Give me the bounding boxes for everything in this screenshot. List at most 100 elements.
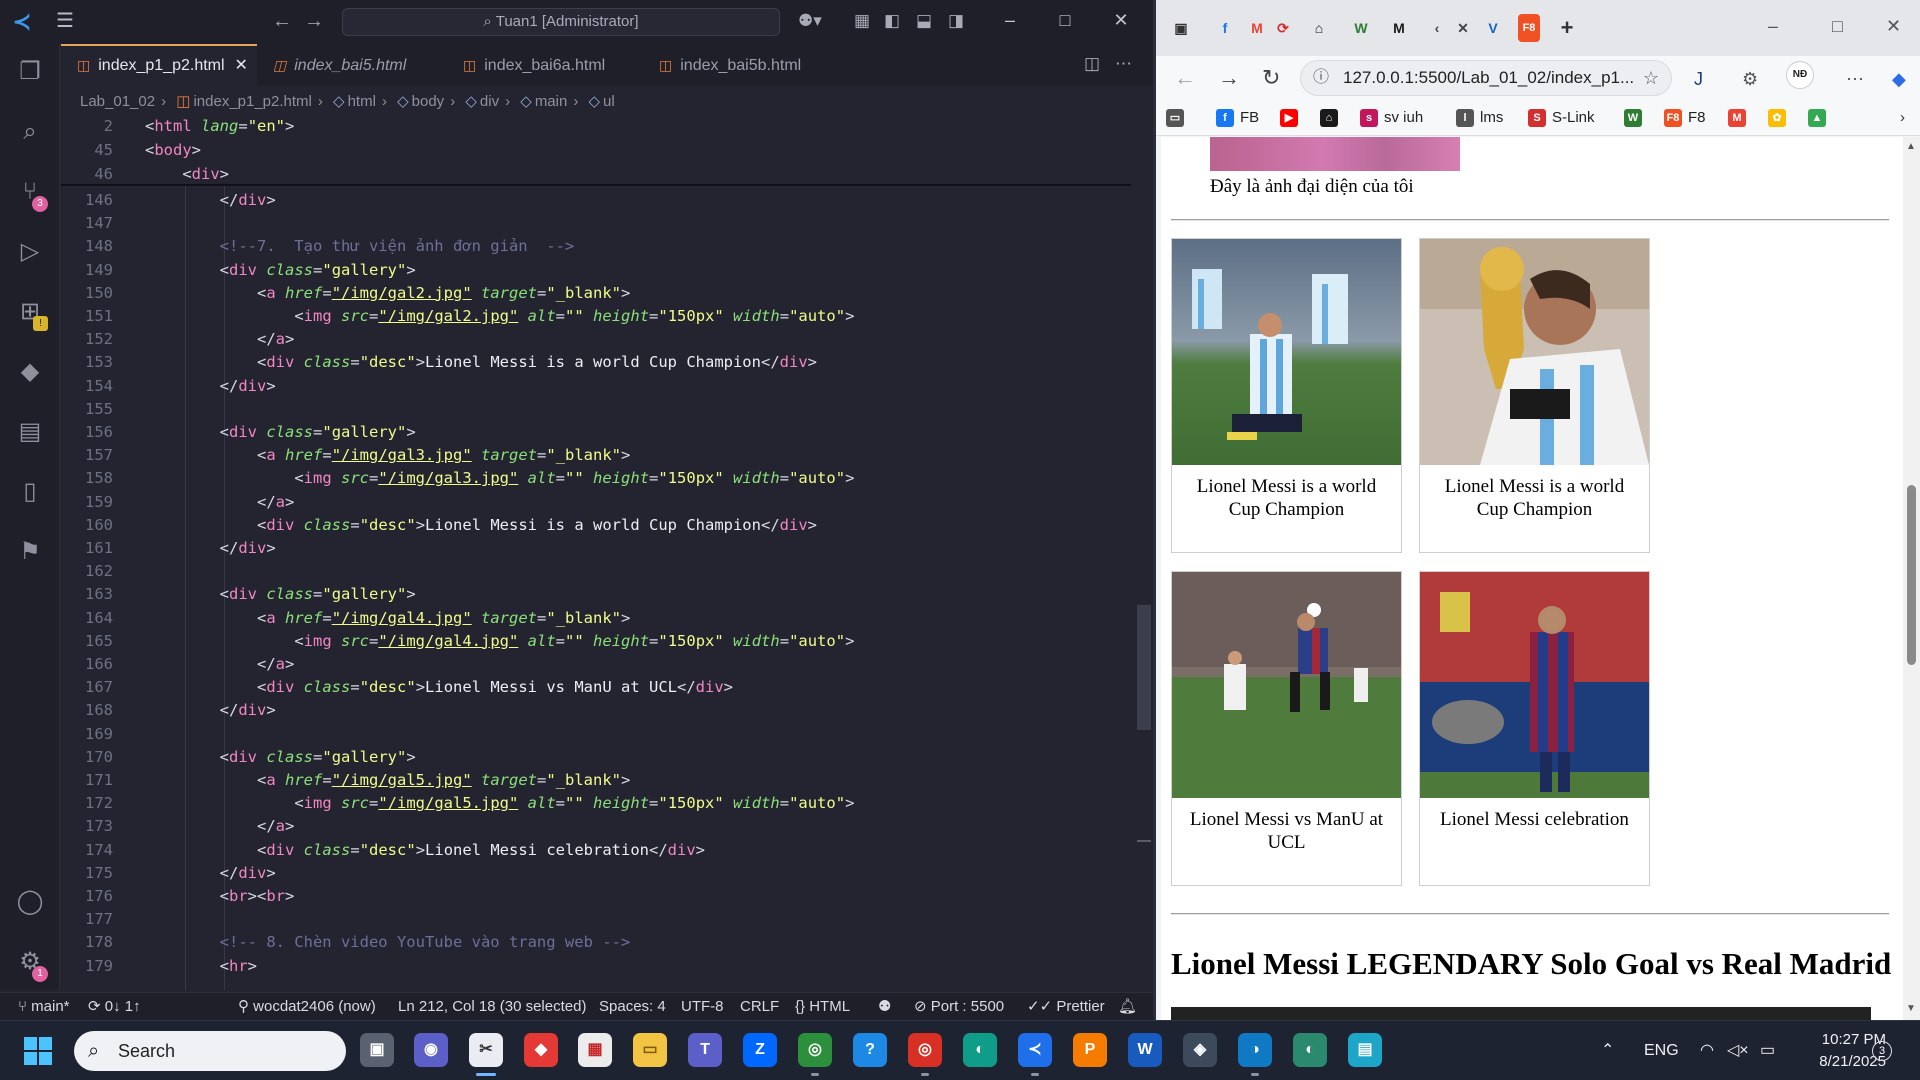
input-language[interactable]: ENG bbox=[1644, 1021, 1679, 1080]
tab-index-bai5b[interactable]: ◫ index_bai5b.html bbox=[643, 44, 839, 86]
notifications-bell-icon[interactable]: 🔔︎ bbox=[1118, 993, 1137, 1020]
code-line[interactable]: 159 </a> bbox=[61, 490, 1131, 514]
status-live-server[interactable]: ⊘ Port : 5500 bbox=[914, 993, 1004, 1020]
search-icon[interactable]: ⌕ bbox=[14, 116, 46, 148]
tab-facebook-icon[interactable]: f bbox=[1214, 14, 1236, 42]
notepad-icon[interactable]: ▤ bbox=[1348, 1033, 1382, 1067]
extensions-puzzle-icon[interactable]: ⚙ bbox=[1742, 68, 1758, 90]
code-line[interactable]: 163 <div class="gallery"> bbox=[61, 582, 1131, 606]
accounts-icon[interactable]: ◯ bbox=[14, 886, 46, 918]
site-info-icon[interactable]: ⓘ bbox=[1313, 61, 1329, 95]
tab-index-p1-p2[interactable]: ◫ index_p1_p2.html ✕ bbox=[61, 44, 257, 86]
tab-index-bai6a[interactable]: ◫ index_bai6a.html bbox=[447, 44, 643, 86]
bookmark-item[interactable]: M bbox=[1728, 108, 1752, 128]
python-icon[interactable]: ◆ bbox=[14, 356, 46, 388]
status-indentation[interactable]: Spaces: 4 bbox=[599, 993, 666, 1020]
help-app-icon[interactable]: ? bbox=[853, 1033, 887, 1067]
code-line[interactable]: 179 <hr> bbox=[61, 954, 1131, 978]
code-line[interactable]: 164 <a href="/img/gal4.jpg" target="_bla… bbox=[61, 606, 1131, 630]
command-center-search[interactable]: ⌕ Tuan1 [Administrator] bbox=[342, 8, 780, 36]
close-tab-icon[interactable]: ✕ bbox=[1452, 14, 1474, 42]
bookmark-item[interactable]: ▲ bbox=[1808, 108, 1832, 128]
browser-maximize-button[interactable]: □ bbox=[1832, 14, 1843, 38]
tab-active-localhost[interactable]: ‹ bbox=[1426, 14, 1448, 42]
breadcrumb-folder[interactable]: Lab_01_02 bbox=[80, 93, 155, 110]
bookmark-item[interactable]: ✿ bbox=[1768, 108, 1792, 128]
minimize-button[interactable]: – bbox=[995, 8, 1025, 32]
code-line[interactable]: 150 <a href="/img/gal2.jpg" target="_bla… bbox=[61, 281, 1131, 305]
code-line[interactable]: 168 </div> bbox=[61, 698, 1131, 722]
code-line[interactable]: 45 <body> bbox=[61, 138, 1131, 162]
extension-j-icon[interactable]: J bbox=[1694, 68, 1703, 90]
breadcrumb-main[interactable]: main bbox=[535, 93, 568, 110]
code-line[interactable]: 2 <html lang="en"> bbox=[61, 114, 1131, 138]
calendar-app-icon[interactable]: ▦ bbox=[578, 1033, 612, 1067]
snipping-tool-icon[interactable]: ✂ bbox=[469, 1033, 503, 1067]
code-line[interactable]: 176 <br><br> bbox=[61, 884, 1131, 908]
code-line[interactable]: 152 </a> bbox=[61, 327, 1131, 351]
bookmarks-icon[interactable]: ⚑ bbox=[14, 536, 46, 568]
code-line[interactable]: 167 <div class="desc">Lionel Messi vs Ma… bbox=[61, 675, 1131, 699]
git-app-icon[interactable]: ◆ bbox=[524, 1033, 558, 1067]
volume-muted-icon[interactable]: ◁× bbox=[1727, 1021, 1749, 1080]
tab-w-icon[interactable]: W bbox=[1350, 14, 1372, 42]
browser-forward-icon[interactable]: → bbox=[1218, 66, 1240, 90]
breadcrumb-file[interactable]: index_p1_p2.html bbox=[193, 93, 311, 110]
status-eol[interactable]: CRLF bbox=[740, 993, 779, 1020]
vscode-taskbar-icon[interactable]: ≺ bbox=[1018, 1033, 1052, 1067]
close-tab-icon[interactable]: ✕ bbox=[235, 57, 248, 74]
tab-slink-icon[interactable]: ⟳ bbox=[1272, 14, 1294, 42]
bookmark-item[interactable]: F8 F8 bbox=[1664, 108, 1706, 128]
status-cursor-position[interactable]: Ln 212, Col 18 (30 selected) bbox=[398, 993, 586, 1020]
breadcrumb-div[interactable]: div bbox=[480, 93, 499, 110]
gallery-image-link[interactable] bbox=[1172, 572, 1401, 798]
sticky-scroll-header[interactable]: 2 <html lang="en"> 45 <body> 46 <div> bbox=[61, 114, 1131, 186]
tab-actions-icon[interactable]: ▣ bbox=[1170, 14, 1192, 42]
back-arrow-icon[interactable]: ← bbox=[272, 10, 292, 32]
file-explorer-icon[interactable]: ▭ bbox=[633, 1033, 667, 1067]
code-line[interactable]: 177 bbox=[61, 907, 1131, 931]
code-line[interactable]: 174 <div class="desc">Lionel Messi celeb… bbox=[61, 838, 1131, 862]
code-line[interactable]: 175 </div> bbox=[61, 861, 1131, 885]
code-line[interactable]: 151 <img src="/img/gal2.jpg" alt="" heig… bbox=[61, 304, 1131, 328]
browser-minimize-button[interactable]: – bbox=[1768, 14, 1778, 38]
testing-icon[interactable]: ▯ bbox=[14, 476, 46, 508]
bookmark-item[interactable]: f FB bbox=[1216, 108, 1259, 128]
tray-overflow-icon[interactable]: ⌃ bbox=[1601, 1021, 1614, 1080]
profile-avatar[interactable]: NĐ bbox=[1786, 61, 1814, 89]
status-branch[interactable]: ⑂ main* bbox=[18, 993, 70, 1020]
code-line[interactable]: 154 </div> bbox=[61, 374, 1131, 398]
code-line[interactable]: 178 <!-- 8. Chèn video YouTube vào trang… bbox=[61, 930, 1131, 954]
code-line[interactable]: 148 <!--7. Tạo thư viện ảnh đơn giản --> bbox=[61, 234, 1131, 258]
code-editor[interactable]: 2 <html lang="en"> 45 <body> 46 <div> 146 </… bbox=[61, 114, 1131, 990]
windows-start-icon[interactable] bbox=[24, 1037, 52, 1065]
remote-explorer-icon[interactable]: ▤ bbox=[14, 416, 46, 448]
status-encoding[interactable]: UTF-8 bbox=[681, 993, 724, 1020]
browser-back-icon[interactable]: ← bbox=[1174, 66, 1196, 90]
code-line[interactable]: 153 <div class="desc">Lionel Messi is a … bbox=[61, 350, 1131, 374]
edge-beta-icon[interactable]: ◐ bbox=[1293, 1033, 1327, 1067]
breadcrumb-html[interactable]: html bbox=[348, 93, 376, 110]
pdf-app-icon[interactable]: P bbox=[1073, 1033, 1107, 1067]
git-tool-icon[interactable]: ◈ bbox=[1183, 1033, 1217, 1067]
page-scrollbar-thumb[interactable] bbox=[1907, 485, 1916, 665]
address-bar[interactable]: ⓘ 127.0.0.1:5500/Lab_01_02/index_p1... ☆ bbox=[1300, 60, 1672, 96]
toggle-secondary-sidebar-icon[interactable]: ◨ bbox=[948, 11, 964, 31]
word-icon[interactable]: W bbox=[1128, 1033, 1162, 1067]
browser-menu-icon[interactable]: ⋯ bbox=[1846, 68, 1864, 90]
bookmark-item[interactable]: S S-Link bbox=[1528, 108, 1595, 128]
code-line[interactable]: 173 </a> bbox=[61, 814, 1131, 838]
gallery-image-link[interactable] bbox=[1420, 572, 1649, 798]
bookmark-item[interactable]: l lms bbox=[1456, 108, 1503, 128]
new-tab-icon[interactable]: + bbox=[1556, 14, 1578, 42]
tab-v-icon[interactable]: V bbox=[1482, 14, 1504, 42]
code-line[interactable]: 171 <a href="/img/gal5.jpg" target="_bla… bbox=[61, 768, 1131, 792]
code-line[interactable]: 46 <div> bbox=[61, 162, 1131, 186]
status-sync[interactable]: ⟳ 0↓ 1↑ bbox=[88, 993, 141, 1020]
code-line[interactable]: 146 </div> bbox=[61, 188, 1131, 212]
code-line[interactable]: 156 <div class="gallery"> bbox=[61, 420, 1131, 444]
code-line[interactable]: 166 </a> bbox=[61, 652, 1131, 676]
run-debug-icon[interactable]: ▷ bbox=[14, 236, 46, 268]
maximize-button[interactable]: □ bbox=[1050, 8, 1080, 32]
tab-github-icon[interactable]: ⌂ bbox=[1308, 14, 1330, 42]
